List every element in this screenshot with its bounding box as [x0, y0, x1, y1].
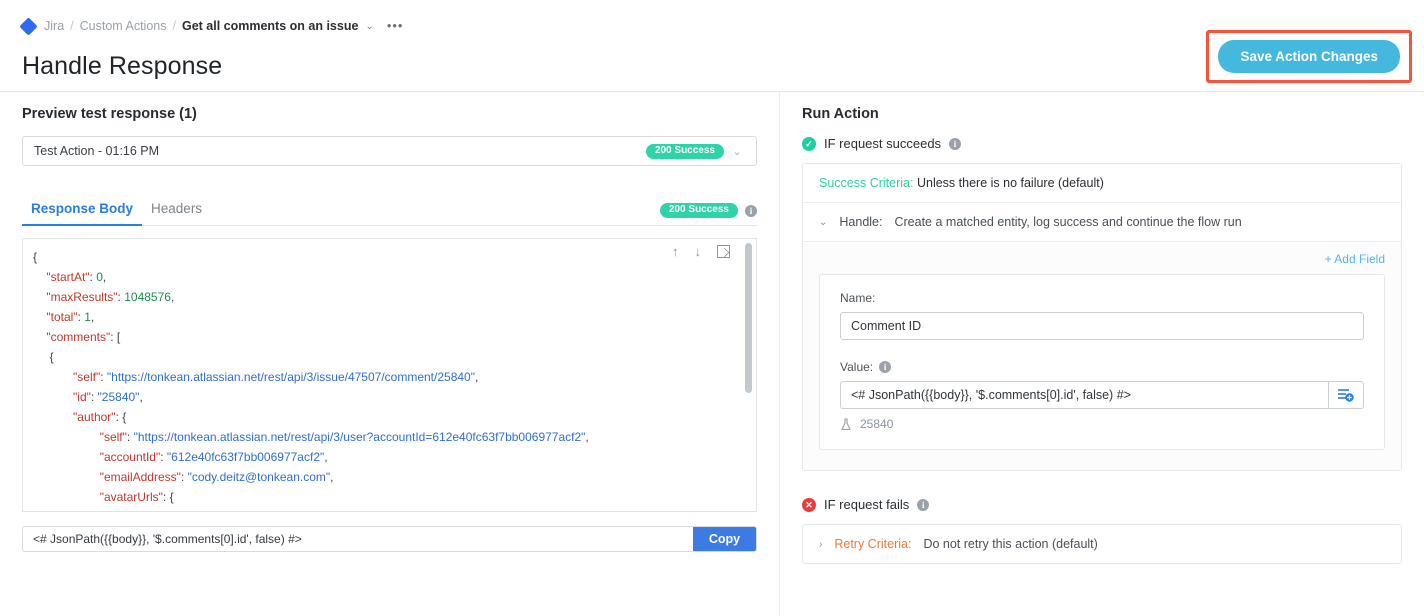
scroll-down-icon[interactable]: ↓: [695, 245, 702, 258]
json-key-comments: "comments": [46, 330, 110, 344]
save-button-highlight: Save Action Changes: [1206, 30, 1412, 83]
json-key-author-self: "self": [100, 430, 127, 444]
code-scrollbar[interactable]: [745, 243, 752, 393]
response-body-viewer: ↑ ↓ { "startAt": 0, "maxResults": 104857…: [22, 238, 757, 512]
json-val-self: "https://tonkean.atlassian.net/rest/api/…: [107, 370, 475, 384]
value-field-label-group: Value: i: [840, 360, 1364, 374]
chevron-down-icon[interactable]: ⌄: [724, 145, 750, 158]
json-key-id: "id": [73, 390, 91, 404]
success-criteria-row[interactable]: Success Criteria: Unless there is no fai…: [803, 164, 1401, 203]
if-request-fails-label: IF request fails: [824, 497, 909, 512]
test-response-select-value: Test Action - 01:16 PM: [34, 144, 646, 158]
json-line-6: {: [50, 350, 54, 364]
info-icon[interactable]: i: [745, 205, 757, 217]
main-body: Preview test response (1) Test Action - …: [0, 92, 1424, 616]
chevron-right-icon[interactable]: ›: [819, 539, 822, 550]
json-val-startat: 0: [96, 270, 103, 284]
value-input[interactable]: [840, 381, 1328, 409]
retry-criteria-value: Do not retry this action (default): [923, 537, 1097, 551]
check-circle-icon: ✓: [802, 137, 816, 151]
if-request-succeeds-row: ✓ IF request succeeds i: [802, 136, 1402, 151]
save-action-changes-button[interactable]: Save Action Changes: [1218, 40, 1400, 73]
json-val-48x48: :: [168, 510, 171, 511]
breadcrumb-separator-1: /: [70, 19, 73, 33]
json-key-avatarurls: "avatarUrls": [100, 490, 163, 504]
value-field-label: Value:: [840, 360, 873, 374]
name-input[interactable]: [840, 312, 1364, 340]
expression-value[interactable]: <# JsonPath({{body}}, '$.comments[0].id'…: [23, 527, 693, 551]
breadcrumb: Jira / Custom Actions / Get all comments…: [22, 0, 1402, 40]
insert-field-icon[interactable]: [1328, 381, 1364, 409]
value-input-row: [840, 381, 1364, 409]
run-action-title: Run Action: [802, 106, 1402, 122]
expand-icon[interactable]: [717, 245, 730, 258]
flask-icon: [840, 418, 852, 431]
tabs-status-group: 200 Success i: [660, 203, 757, 225]
info-icon[interactable]: i: [917, 499, 929, 511]
json-val-maxresults: 1048576: [124, 290, 171, 304]
json-key-accountid: "accountId": [100, 450, 161, 464]
info-icon[interactable]: i: [879, 361, 891, 373]
json-key-emailaddress: "emailAddress": [100, 470, 181, 484]
page-title: Handle Response: [22, 52, 1402, 81]
retry-criteria-label: Retry Criteria:: [834, 537, 911, 551]
scroll-up-icon[interactable]: ↑: [672, 245, 679, 258]
json-key-author: "author": [73, 410, 116, 424]
json-key-startat: "startAt": [46, 270, 89, 284]
preview-test-response-panel: Preview test response (1) Test Action - …: [0, 92, 780, 616]
expression-copy-row: <# JsonPath({{body}}, '$.comments[0].id'…: [22, 526, 757, 552]
json-key-maxresults: "maxResults": [46, 290, 117, 304]
run-action-panel: Run Action ✓ IF request succeeds i Succe…: [780, 92, 1424, 616]
chevron-down-icon[interactable]: ⌄: [819, 217, 827, 228]
json-val-total: 1: [84, 310, 91, 324]
value-preview-row: 25840: [840, 417, 1364, 431]
handle-value: Create a matched entity, log success and…: [894, 215, 1241, 229]
response-json: { "startAt": 0, "maxResults": 1048576, "…: [23, 239, 756, 511]
json-key-total: "total": [46, 310, 77, 324]
field-card: Name: Value: i: [819, 274, 1385, 450]
tabs-status-badge: 200 Success: [660, 203, 738, 218]
tab-response-body[interactable]: Response Body: [22, 201, 142, 225]
json-val-author-self: "https://tonkean.atlassian.net/rest/api/…: [134, 430, 586, 444]
breadcrumb-separator-2: /: [172, 19, 175, 33]
response-tabs: Response Body Headers 200 Success i: [22, 192, 757, 226]
retry-criteria-row[interactable]: › Retry Criteria: Do not retry this acti…: [803, 525, 1401, 563]
breadcrumb-item-custom-actions[interactable]: Custom Actions: [80, 19, 167, 33]
success-criteria-value: Unless there is no failure (default): [917, 176, 1104, 190]
json-line-1: {: [33, 250, 37, 264]
chevron-down-icon[interactable]: ⌄: [365, 21, 373, 32]
test-response-select[interactable]: Test Action - 01:16 PM 200 Success ⌄: [22, 136, 757, 166]
add-field-button[interactable]: + Add Field: [819, 252, 1385, 266]
preview-section-title: Preview test response (1): [22, 106, 757, 122]
json-val-accountid: "612e40fc63f7bb006977acf2": [167, 450, 324, 464]
json-val-avatarurls: {: [170, 490, 174, 504]
success-criteria-label: Success Criteria:: [819, 176, 913, 190]
info-icon[interactable]: i: [949, 138, 961, 150]
handle-body: + Add Field Name: Value: i: [803, 242, 1401, 470]
handle-label: Handle:: [839, 215, 882, 229]
name-field-label: Name:: [840, 291, 1364, 305]
json-val-emailaddress: "cody.deitz@tonkean.com": [188, 470, 331, 484]
error-circle-icon: ✕: [802, 498, 816, 512]
overflow-menu-icon[interactable]: •••: [387, 23, 404, 29]
json-key-self: "self": [73, 370, 100, 384]
top-header: Jira / Custom Actions / Get all comments…: [0, 0, 1424, 92]
failure-card: › Retry Criteria: Do not retry this acti…: [802, 524, 1402, 564]
json-val-comments: [: [117, 330, 120, 344]
success-card: Success Criteria: Unless there is no fai…: [802, 163, 1402, 471]
copy-button[interactable]: Copy: [693, 527, 756, 551]
tab-headers[interactable]: Headers: [142, 201, 211, 225]
json-val-author: {: [122, 410, 126, 424]
test-response-status-badge: 200 Success: [646, 144, 724, 159]
json-val-id: "25840": [98, 390, 140, 404]
breadcrumb-item-current[interactable]: Get all comments on an issue: [182, 19, 358, 33]
code-toolbar: ↑ ↓: [672, 245, 730, 258]
handle-row[interactable]: ⌄ Handle: Create a matched entity, log s…: [803, 203, 1401, 242]
value-preview-text: 25840: [860, 417, 893, 431]
breadcrumb-item-jira[interactable]: Jira: [44, 19, 64, 33]
if-request-fails-row: ✕ IF request fails i: [802, 497, 1402, 512]
json-key-48x48: "48x48": [126, 510, 167, 511]
if-request-succeeds-label: IF request succeeds: [824, 136, 941, 151]
jira-diamond-icon: [19, 17, 37, 35]
